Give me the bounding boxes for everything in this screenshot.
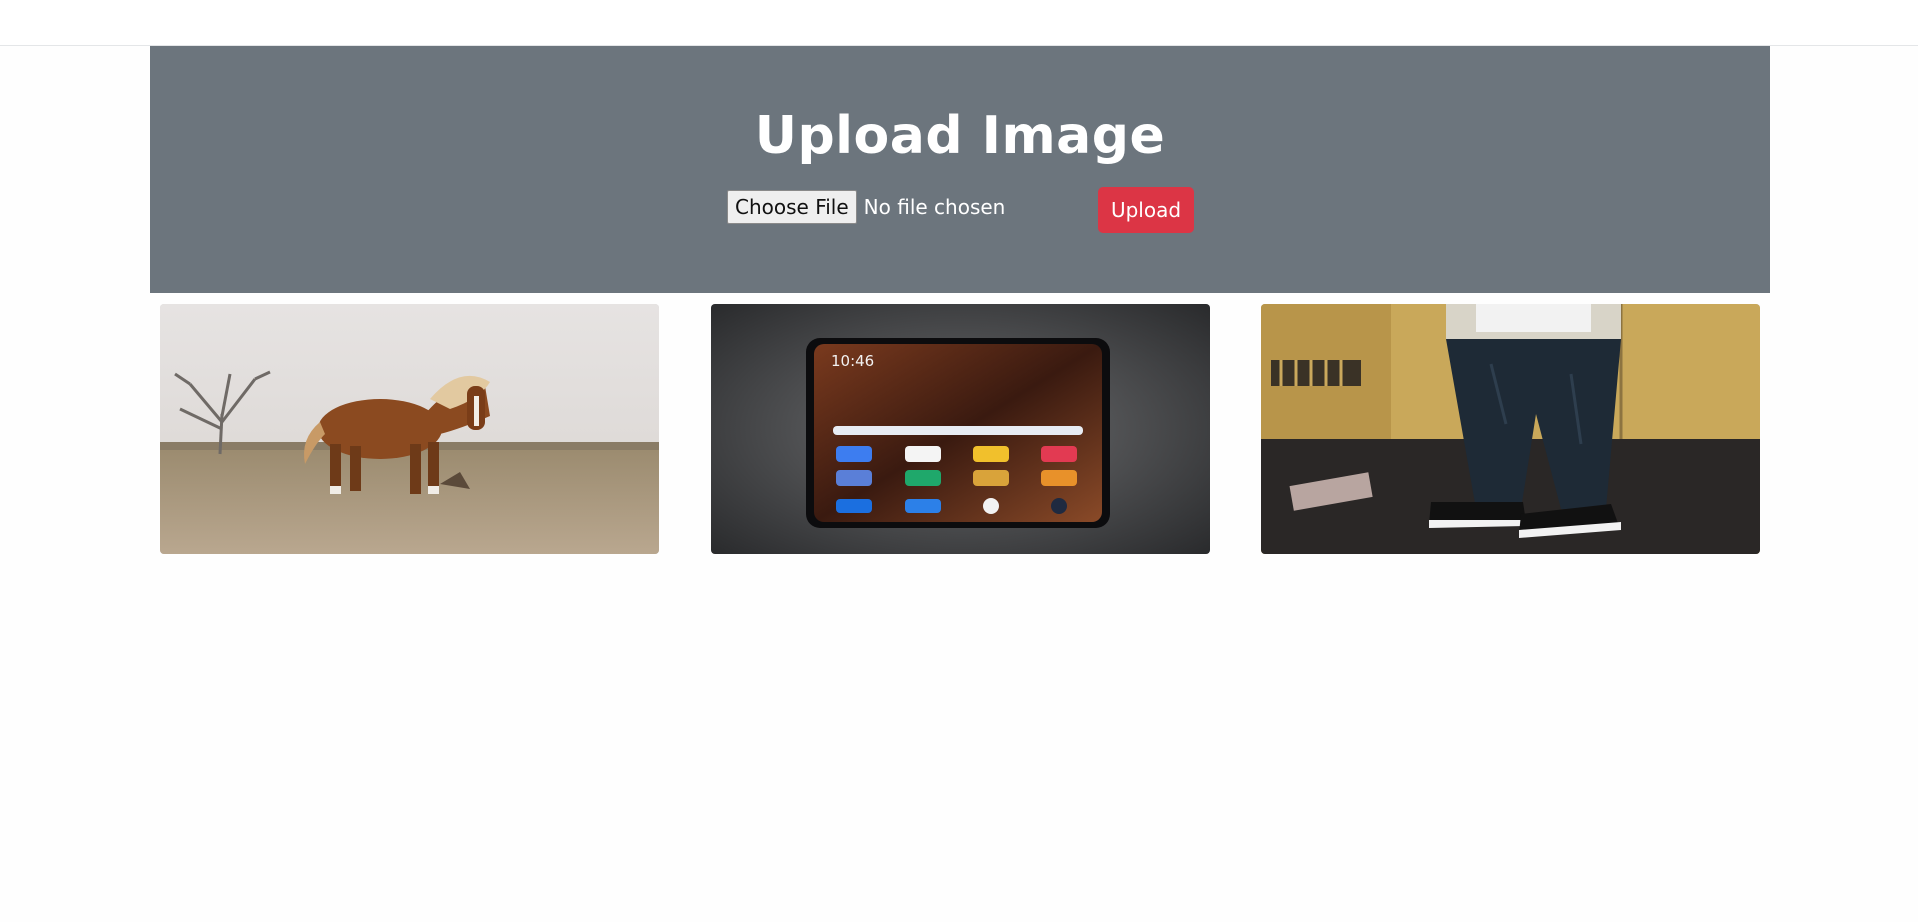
- top-navbar: [0, 0, 1918, 46]
- gallery-image-pony[interactable]: [160, 304, 659, 554]
- upload-button[interactable]: Upload: [1098, 187, 1194, 233]
- phone-photo: 10:46: [711, 304, 1210, 554]
- image-gallery: 10:46: [160, 304, 1760, 554]
- jeans-photo: [1261, 304, 1760, 554]
- upload-hero: Upload Image Choose File No file chosen …: [150, 46, 1770, 293]
- pony-photo: [160, 304, 659, 554]
- gallery-image-phone[interactable]: 10:46: [711, 304, 1210, 554]
- phone-clock: 10:46: [831, 352, 874, 370]
- choose-file-button[interactable]: Choose File: [727, 190, 857, 224]
- page-title: Upload Image: [754, 106, 1166, 166]
- file-input[interactable]: Choose File No file chosen: [727, 190, 1005, 224]
- gallery-image-jeans[interactable]: [1261, 304, 1760, 554]
- file-status-text: No file chosen: [863, 195, 1006, 219]
